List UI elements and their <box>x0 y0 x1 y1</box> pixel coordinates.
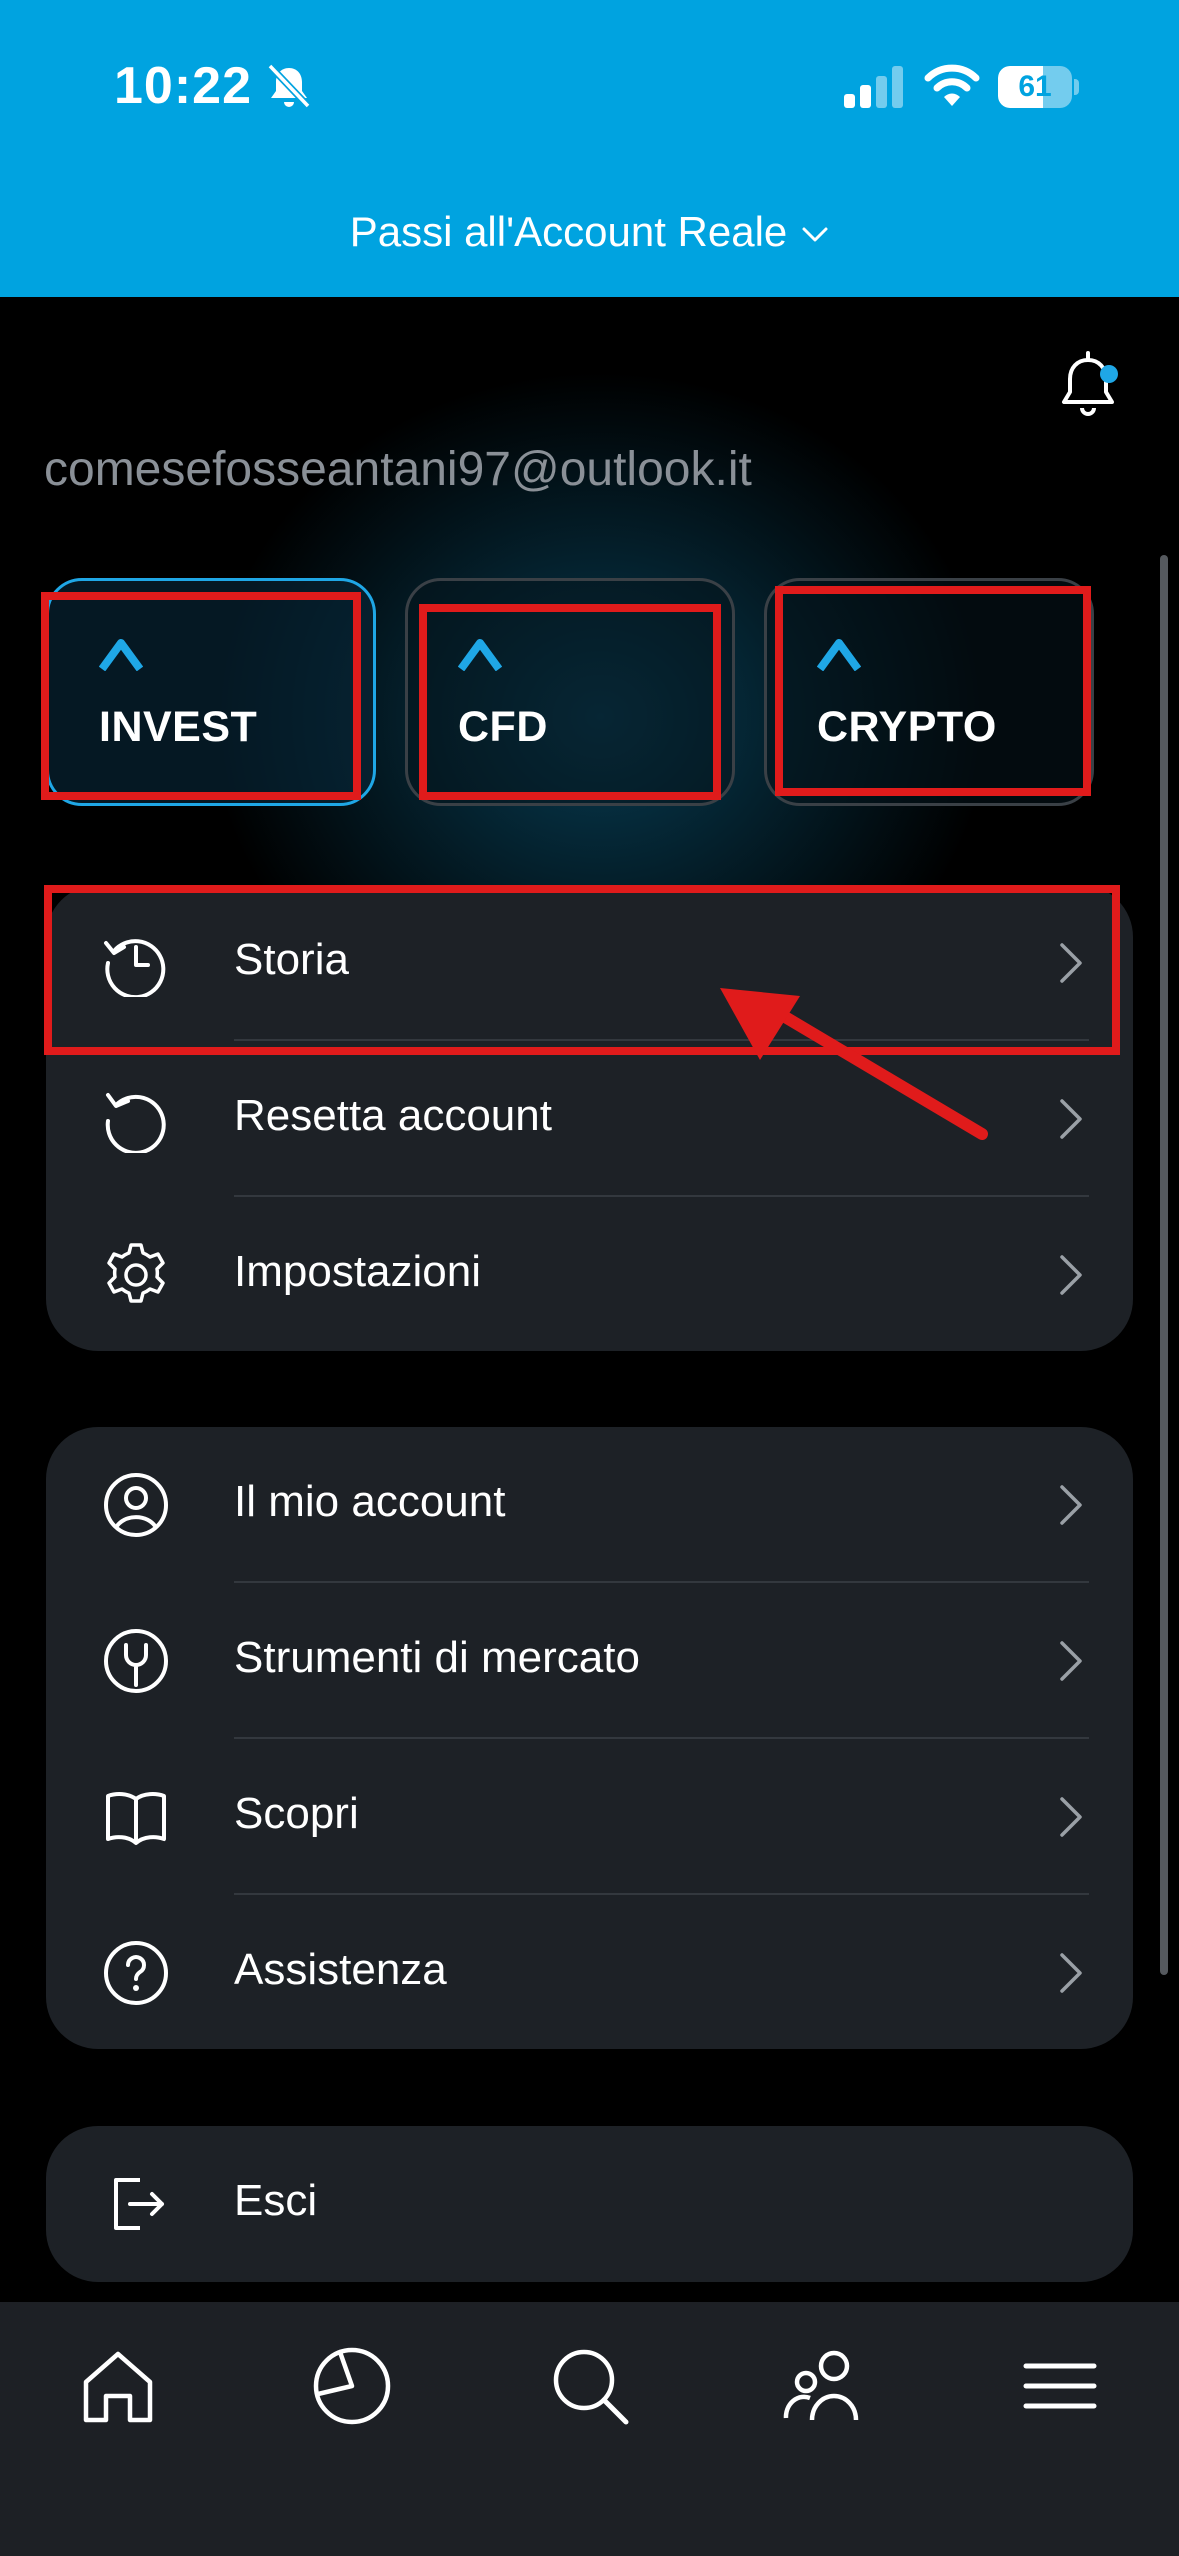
menu-item-esci[interactable]: Esci <box>46 2126 1133 2282</box>
gear-icon <box>107 1243 165 1303</box>
chevron-right-icon <box>1060 943 1082 983</box>
menu-item-impostazioni[interactable]: Impostazioni <box>46 1197 1133 1351</box>
caret-up-icon <box>458 639 502 671</box>
bell-off-icon <box>267 63 311 109</box>
menu-group-logout: Esci <box>46 2126 1133 2282</box>
history-icon <box>104 939 166 997</box>
menu-item-label: Storia <box>234 935 349 984</box>
chevron-right-icon <box>1060 1099 1082 1139</box>
chevron-right-icon <box>1060 1255 1082 1295</box>
help-icon <box>104 1941 168 2005</box>
menu-item-label: Esci <box>234 2176 318 2225</box>
menu-item-label: Strumenti di mercato <box>234 1633 640 1682</box>
menu-item-assistenza[interactable]: Assistenza <box>46 1895 1133 2049</box>
menu-item-label: Resetta account <box>234 1091 552 1140</box>
chevron-right-icon <box>1060 1953 1082 1993</box>
account-card-crypto[interactable]: CRYPTO <box>764 578 1094 806</box>
bottom-tab-bar <box>0 2302 1179 2556</box>
chevron-down-icon <box>802 227 828 242</box>
search-icon[interactable] <box>548 2344 632 2428</box>
switch-account-label: Passi all'Account Reale <box>349 208 788 255</box>
chevron-right-icon <box>1060 1641 1082 1681</box>
menu-item-label: Il mio account <box>234 1477 506 1526</box>
annotation-arrow-icon <box>720 988 988 1140</box>
notification-bell-icon[interactable] <box>1058 350 1124 424</box>
menu-item-il-mio-account[interactable]: Il mio account <box>46 1427 1133 1583</box>
caret-up-icon <box>99 639 143 671</box>
menu-item-strumenti-di-mercato[interactable]: Strumenti di mercato <box>46 1583 1133 1739</box>
account-card-invest[interactable]: INVEST <box>46 578 376 806</box>
community-icon[interactable] <box>782 2344 866 2428</box>
top-banner: 10:22 61 Passi all'Account Reale <box>0 0 1179 297</box>
chevron-right-icon <box>1060 1485 1082 1525</box>
menu-item-label: Scopri <box>234 1789 359 1838</box>
battery-percent: 61 <box>1018 70 1052 103</box>
logout-icon <box>114 2178 164 2230</box>
menu-item-scopri[interactable]: Scopri <box>46 1739 1133 1895</box>
menu-group-general: Il mio account Strumenti di mercato Scop… <box>46 1427 1133 2049</box>
menu-item-label: Assistenza <box>234 1945 447 1994</box>
menu-item-label: Impostazioni <box>234 1247 482 1296</box>
status-time: 10:22 <box>114 57 252 115</box>
scrollbar[interactable] <box>1160 555 1168 1975</box>
book-icon <box>106 1792 166 1845</box>
portfolio-icon[interactable] <box>310 2344 394 2428</box>
account-card-label: CFD <box>458 703 548 751</box>
wifi-icon <box>924 64 980 106</box>
user-email: comesefosseantani97@outlook.it <box>44 443 752 496</box>
reset-icon <box>105 1093 166 1153</box>
chevron-right-icon <box>1060 1797 1082 1837</box>
caret-up-icon <box>817 639 861 671</box>
battery-indicator: 61 <box>998 66 1079 108</box>
tools-icon <box>104 1629 168 1693</box>
user-circle-icon <box>104 1473 168 1537</box>
account-card-cfd[interactable]: CFD <box>405 578 735 806</box>
account-card-label: INVEST <box>99 703 258 751</box>
switch-to-real-account[interactable]: Passi all'Account Reale <box>0 208 1179 256</box>
account-card-label: CRYPTO <box>817 703 997 751</box>
cellular-signal-icon <box>844 66 903 108</box>
home-icon[interactable] <box>76 2344 160 2428</box>
menu-icon[interactable] <box>1018 2344 1102 2428</box>
